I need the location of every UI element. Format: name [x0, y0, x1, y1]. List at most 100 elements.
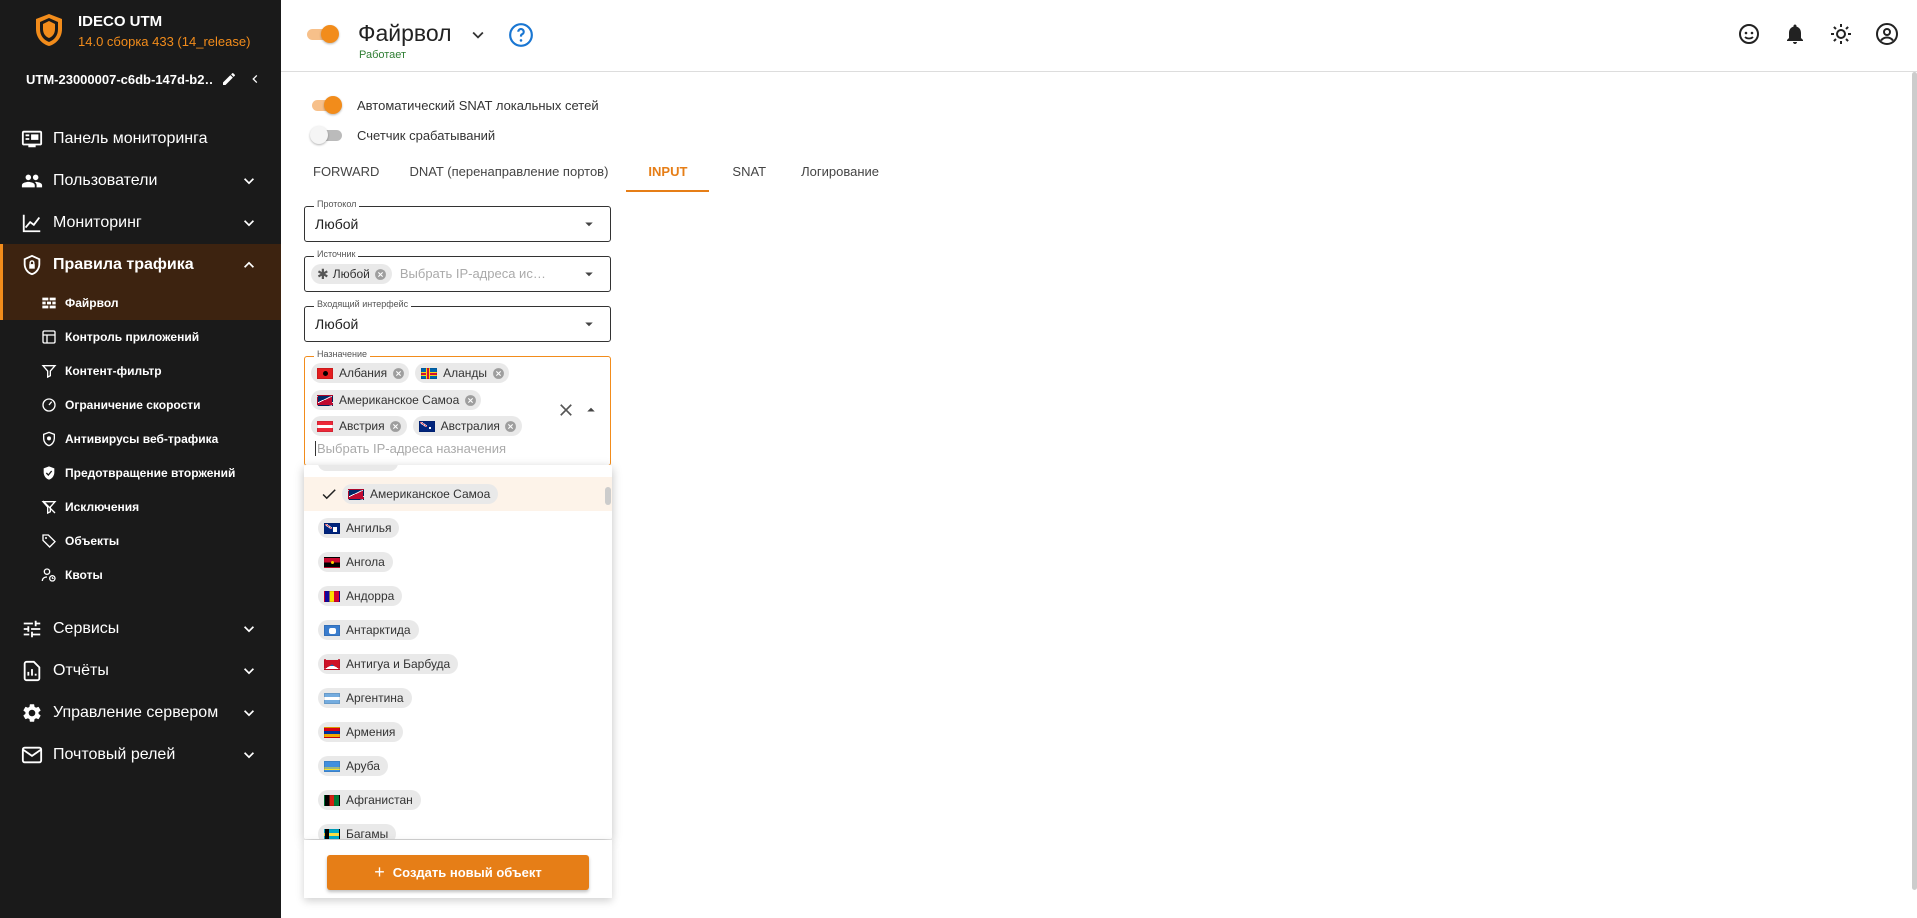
- support-icon[interactable]: [1735, 20, 1763, 48]
- chevron-down-icon: [237, 701, 261, 725]
- field-value: Любой: [315, 316, 359, 332]
- tab-dnat[interactable]: DNAT (перенаправление портов): [397, 151, 620, 192]
- dest-placeholder[interactable]: Выбрать IP-адреса назначения: [315, 441, 506, 456]
- gear-icon: [20, 701, 44, 725]
- dest-chip: Австралия: [412, 416, 522, 436]
- protocol-select[interactable]: Протокол Любой: [304, 199, 611, 242]
- main-nav: Панель мониторинга Пользователи Монитори…: [0, 118, 281, 776]
- chip-label: Американское Самоа: [339, 393, 460, 407]
- sub-speed-limit[interactable]: Ограничение скорости: [0, 388, 281, 422]
- item-label: Антарктида: [346, 623, 411, 637]
- dropdown-arrow-icon: [585, 272, 593, 277]
- nav-label: Отчёты: [53, 662, 109, 679]
- sub-web-antivirus[interactable]: Антивирусы веб-трафика: [0, 422, 281, 456]
- chip-remove-icon[interactable]: [389, 419, 403, 433]
- main-scrollbar[interactable]: [1912, 72, 1917, 890]
- tab-logging[interactable]: Логирование: [789, 151, 891, 192]
- quota-user-icon: [40, 566, 58, 584]
- chip-remove-icon[interactable]: [491, 366, 505, 380]
- nav-monitoring-panel[interactable]: Панель мониторинга: [0, 118, 281, 160]
- counter-toggle[interactable]: [310, 125, 346, 145]
- nav-label: Правила трафика: [53, 256, 194, 273]
- clear-icon[interactable]: [556, 400, 576, 420]
- chip-remove-icon[interactable]: [391, 366, 405, 380]
- edit-icon[interactable]: [218, 68, 240, 90]
- nav-label: Сервисы: [53, 620, 120, 637]
- dropdown-item[interactable]: Аруба: [304, 749, 612, 783]
- check-icon: [322, 489, 336, 500]
- flag-afghanistan-icon: [324, 794, 340, 806]
- tab-bar: FORWARD DNAT (перенаправление портов) IN…: [301, 151, 897, 192]
- sub-objects[interactable]: Объекты: [0, 524, 281, 558]
- sub-firewall[interactable]: Файрвол: [0, 286, 281, 320]
- sub-exceptions[interactable]: Исключения: [0, 490, 281, 524]
- snat-toggle[interactable]: [310, 95, 346, 115]
- title-chevron-down-icon[interactable]: [467, 24, 489, 46]
- sub-label: Ограничение скорости: [65, 398, 201, 412]
- nav-reports[interactable]: Отчёты: [0, 650, 281, 692]
- antivirus-icon: [40, 430, 58, 448]
- dest-chips-row-3: Австрия Австралия: [311, 416, 522, 436]
- nav-label: Управление сервером: [53, 704, 219, 721]
- flag-bahamas-icon: [324, 828, 340, 839]
- theme-sun-icon[interactable]: [1827, 20, 1855, 48]
- tab-forward[interactable]: FORWARD: [301, 151, 391, 192]
- dropdown-item[interactable]: Антарктида: [304, 613, 612, 647]
- account-icon[interactable]: [1873, 20, 1901, 48]
- filter-icon: [40, 362, 58, 380]
- dropdown-item[interactable]: Антигуа и Барбуда: [304, 647, 612, 681]
- dropdown-item[interactable]: Ангола: [304, 545, 612, 579]
- chip-label: Австрия: [339, 419, 385, 433]
- tab-snat[interactable]: SNAT: [715, 151, 783, 192]
- source-placeholder: Выбрать IP-адреса ис…: [399, 266, 546, 281]
- chip-remove-icon[interactable]: [374, 267, 388, 281]
- exceptions-icon: [40, 498, 58, 516]
- item-label: Андорра: [346, 589, 395, 603]
- snat-label: Автоматический SNAT локальных сетей: [357, 97, 599, 113]
- chevron-down-icon: [237, 743, 261, 767]
- collapse-sidebar-icon[interactable]: [244, 68, 266, 90]
- create-object-button[interactable]: + Создать новый объект: [327, 855, 589, 890]
- dropdown-item[interactable]: Американское Самоа: [304, 477, 612, 511]
- flag-american-samoa-icon: [317, 394, 333, 406]
- sub-label: Антивирусы веб-трафика: [65, 432, 219, 446]
- incoming-interface-select[interactable]: Входящий интерфейс Любой: [304, 299, 611, 342]
- dropdown-item[interactable]: Багамы: [304, 817, 612, 839]
- nav-server-mgmt[interactable]: Управление сервером: [0, 692, 281, 734]
- nav-mail-relay[interactable]: Почтовый релей: [0, 734, 281, 776]
- sub-content-filter[interactable]: Контент-фильтр: [0, 354, 281, 388]
- dest-chip: Австрия: [311, 416, 407, 436]
- dropdown-item[interactable]: Андорра: [304, 579, 612, 613]
- dropdown-item[interactable]: Аргентина: [304, 681, 612, 715]
- shield-lock-icon: [20, 253, 44, 277]
- sub-label: Контроль приложений: [65, 330, 200, 344]
- firewall-enable-toggle[interactable]: [305, 24, 341, 44]
- nav-services[interactable]: Сервисы: [0, 608, 281, 650]
- create-object-label: Создать новый объект: [392, 865, 542, 880]
- dropdown-arrow-up-icon[interactable]: [582, 401, 600, 419]
- chevron-down-icon: [237, 617, 261, 641]
- nav-users[interactable]: Пользователи: [0, 160, 281, 202]
- tab-input[interactable]: INPUT: [626, 151, 710, 192]
- dropdown-item[interactable]: Армения: [304, 715, 612, 749]
- dropdown-item[interactable]: Ангилья: [304, 511, 612, 545]
- destination-select[interactable]: Назначение Албания Аланды Американское С…: [304, 349, 611, 466]
- mail-icon: [20, 743, 44, 767]
- source-select[interactable]: Источник ✱ Любой Выбрать IP-адреса ис…: [304, 249, 611, 292]
- nav-label: Пользователи: [53, 172, 158, 189]
- chip-remove-icon[interactable]: [504, 419, 518, 433]
- dest-chip: Аланды: [415, 363, 510, 383]
- sliders-icon: [20, 617, 44, 641]
- destination-dropdown: Американское Самоа Ангилья Ангола Андорр…: [304, 465, 612, 839]
- bell-icon[interactable]: [1781, 20, 1809, 48]
- sub-quotas[interactable]: Квоты: [0, 558, 281, 592]
- chip-remove-icon[interactable]: [463, 393, 477, 407]
- help-icon[interactable]: [508, 22, 534, 48]
- dropdown-item[interactable]: Афганистан: [304, 783, 612, 817]
- nav-monitoring[interactable]: Мониторинг: [0, 202, 281, 244]
- nav-traffic-rules[interactable]: Правила трафика: [0, 244, 281, 286]
- top-icons: [1717, 20, 1901, 48]
- sub-app-control[interactable]: Контроль приложений: [0, 320, 281, 354]
- sub-ips[interactable]: Предотвращение вторжений: [0, 456, 281, 490]
- dropdown-scrollbar[interactable]: [605, 487, 611, 505]
